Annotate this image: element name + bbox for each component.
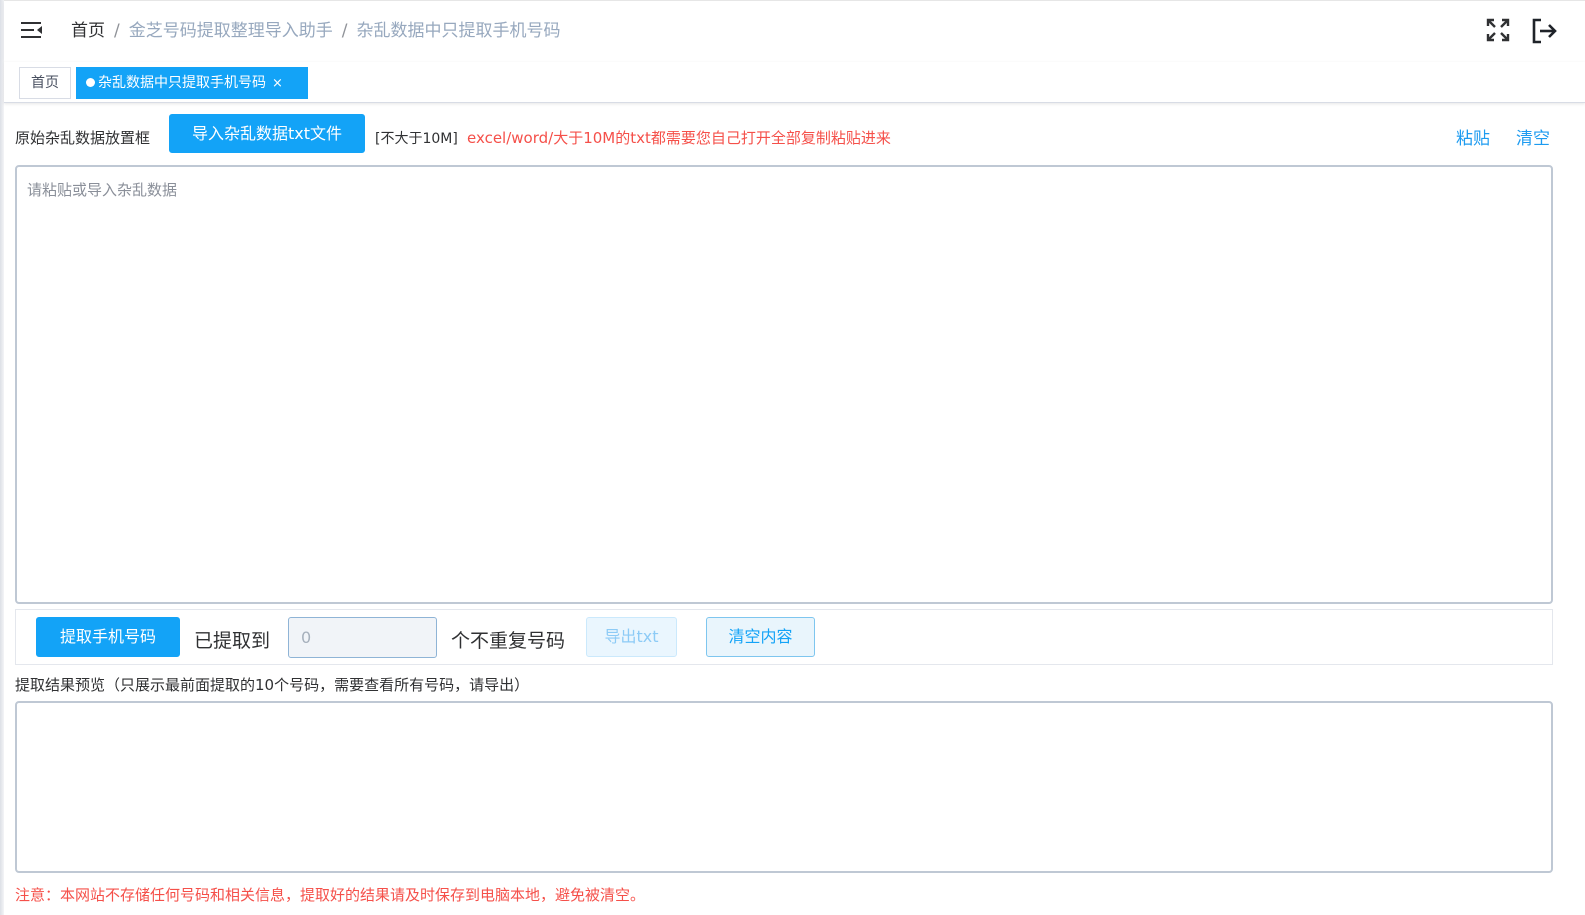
breadcrumb-separator: / [341, 21, 348, 41]
tag-active-page[interactable]: 杂乱数据中只提取手机号码 × [76, 67, 308, 99]
breadcrumb-separator: / [114, 21, 120, 41]
privacy-notice: 注意：本网站不存储任何号码和相关信息，提取好的结果请及时保存到电脑本地，避免被清… [15, 886, 646, 904]
extracted-label: 已提取到 [194, 630, 271, 652]
breadcrumb-level1: 金芝号码提取整理导入助手 [128, 21, 333, 41]
size-limit-note: [不大于10M] [375, 131, 458, 147]
action-bar: 提取手机号码 已提取到 个不重复号码 导出txt 清空内容 [15, 609, 1553, 665]
logout-icon[interactable] [1531, 17, 1557, 45]
preview-label: 提取结果预览（只展示最前面提取的10个号码，需要查看所有号码，请导出） [15, 676, 530, 694]
tag-active-label: 杂乱数据中只提取手机号码 [98, 75, 266, 91]
left-edge-shadow [0, 0, 4, 915]
extracted-count-field[interactable] [288, 617, 437, 658]
tags-view-bar: 首页 杂乱数据中只提取手机号码 × [4, 62, 1585, 103]
fullscreen-icon[interactable] [1486, 18, 1510, 42]
import-warning-text: excel/word/大于10M的txt都需要您自己打开全部复制粘贴进来 [467, 129, 891, 147]
unique-numbers-label: 个不重复号码 [451, 630, 566, 652]
raw-data-label: 原始杂乱数据放置框 [15, 129, 151, 147]
tag-home[interactable]: 首页 [19, 67, 71, 99]
clear-link[interactable]: 清空 [1516, 124, 1550, 149]
raw-data-textarea[interactable] [15, 165, 1553, 604]
breadcrumb-home[interactable]: 首页 [71, 21, 105, 41]
breadcrumb: 首页 / 金芝号码提取整理导入助手 / 杂乱数据中只提取手机号码 [71, 20, 560, 42]
close-icon[interactable]: × [272, 69, 283, 99]
hamburger-icon[interactable] [21, 20, 43, 40]
preview-result-textarea[interactable] [15, 701, 1553, 873]
clear-content-button[interactable]: 清空内容 [706, 617, 815, 657]
top-navbar: 首页 / 金芝号码提取整理导入助手 / 杂乱数据中只提取手机号码 [4, 0, 1585, 62]
extract-phone-button[interactable]: 提取手机号码 [36, 617, 180, 657]
export-txt-button[interactable]: 导出txt [586, 617, 677, 657]
active-dot-icon [86, 78, 95, 87]
paste-link[interactable]: 粘贴 [1456, 124, 1490, 149]
import-txt-button[interactable]: 导入杂乱数据txt文件 [169, 114, 365, 153]
breadcrumb-level2: 杂乱数据中只提取手机号码 [356, 21, 561, 41]
